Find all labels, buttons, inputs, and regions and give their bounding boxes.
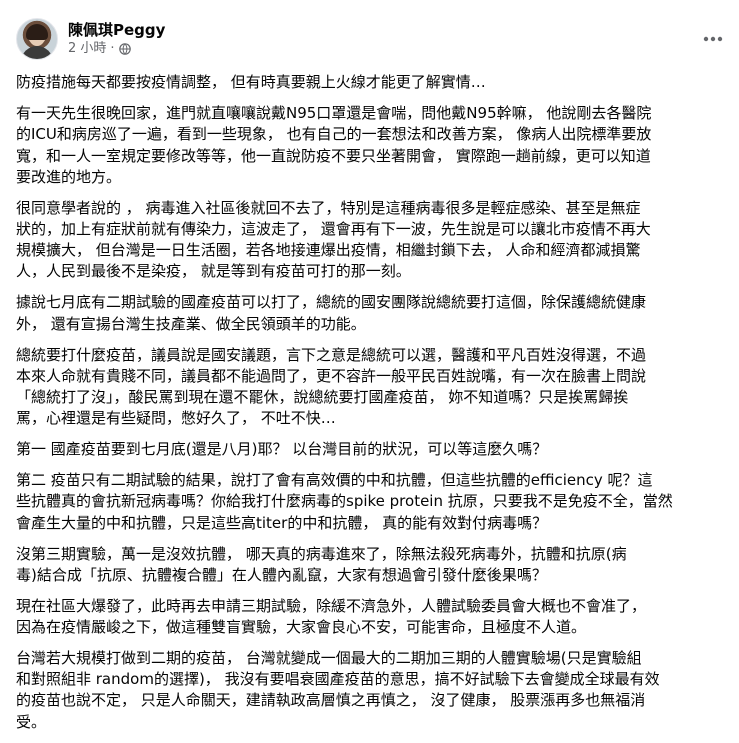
post-body: 防疫措施每天都要按疫情調整， 但有時真要親上火線才能更了解實情… 有一天先生很晚… xyxy=(16,72,739,743)
post-paragraph-husband: 有一天先生很晚回家，進門就直嚷嚷說戴N95口罩還是會喘，問他戴N95幹嘛， 他說… xyxy=(16,104,652,186)
post-paragraph-president-vaccine: 總統要打什麼疫苗，議員說是國安議題，言下之意是總統可以選，醫護和平凡百姓沒得選，… xyxy=(16,345,647,428)
post-paragraph-phase-three: 沒第三期實驗，萬一是沒效抗體， 哪天真的病毒進來了，除無法殺死病毒外，抗體和抗原… xyxy=(16,544,627,584)
post-paragraph-question-2: 第二 疫苗只有二期試驗的結果，說打了會有高效價的中和抗體，但這些抗體的effic… xyxy=(16,471,673,532)
post-paragraph-outbreak: 現在社區大爆發了，此時再去申請三期試驗，除緩不濟急外，人體試驗委員會大概也不會准… xyxy=(16,596,647,637)
post-paragraph-domestic-vaccine: 據說七月底有二期試驗的國產疫苗可以打了，總統的國安團隊說總統要打這個，除保護總統… xyxy=(16,293,647,333)
more-options-button[interactable] xyxy=(695,18,731,54)
avatar[interactable] xyxy=(16,18,58,60)
author-name[interactable]: 陳佩琪Peggy xyxy=(68,20,165,40)
post-timestamp[interactable]: 2 小時 xyxy=(68,40,106,58)
post-paragraph-question-1: 第一 國產疫苗要到七月底(還是八月)耶？ 以台灣目前的狀況，可以等這麼久嗎？ xyxy=(16,440,548,459)
post-subline: 2 小時 · xyxy=(68,40,165,58)
post-meta: 陳佩琪Peggy 2 小時 · xyxy=(68,20,165,58)
post-paragraph-community-spread: 很同意學者說的 ， 病毒進入社區後就回不去了，特別是這種病毒很多是輕症感染、甚至… xyxy=(16,198,651,281)
separator-dot: · xyxy=(110,41,115,56)
post-header: 陳佩琪Peggy 2 小時 · xyxy=(16,14,165,64)
more-horizontal-icon xyxy=(703,27,723,46)
post-paragraph-conclusion: 台灣若大規模打做到二期的疫苗， 台灣就變成一個最大的二期加三期的人體實驗場(只是… xyxy=(16,649,660,731)
globe-icon[interactable] xyxy=(118,43,131,55)
post-paragraph-intro: 防疫措施每天都要按疫情調整， 但有時真要親上火線才能更了解實情… xyxy=(16,73,486,91)
